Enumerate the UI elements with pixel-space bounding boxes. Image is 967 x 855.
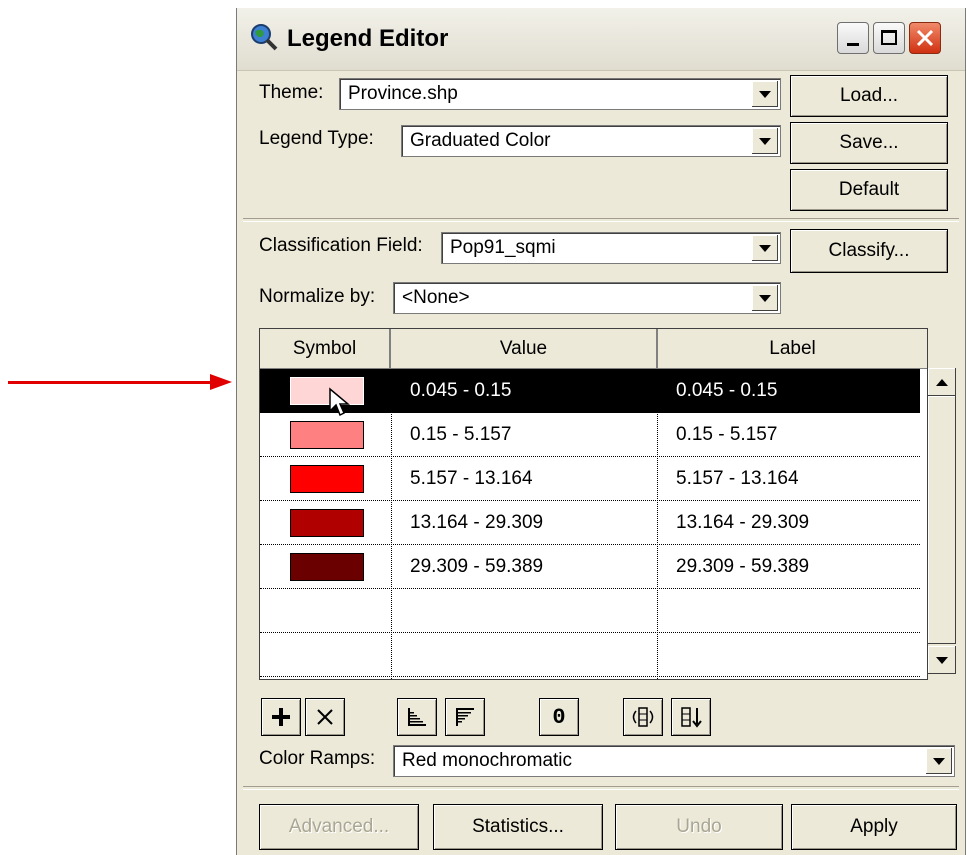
zero-icon: 0 [552, 704, 566, 730]
scroll-up-button[interactable] [928, 368, 956, 396]
label-cell[interactable]: 0.045 - 0.15 [676, 369, 777, 413]
color-ramps-dropdown-button[interactable] [926, 748, 952, 774]
table-row[interactable]: 29.309 - 59.389 29.309 - 59.389 [260, 545, 920, 589]
classification-field-label: Classification Field: [259, 235, 423, 256]
symbol-swatch[interactable] [290, 377, 364, 405]
chevron-down-icon [759, 90, 771, 98]
sort-ascending-icon [408, 708, 426, 726]
normalize-value: <None> [402, 287, 470, 308]
label-cell[interactable]: 29.309 - 59.389 [676, 545, 809, 589]
sort-ascending-button[interactable] [397, 698, 437, 736]
sort-values-button[interactable] [671, 698, 711, 736]
divider [243, 786, 959, 790]
title-bar[interactable]: Legend Editor [237, 8, 965, 71]
statistics-button[interactable]: Statistics... [433, 804, 603, 850]
legend-type-label: Legend Type: [259, 128, 374, 149]
table-row[interactable]: 13.164 - 29.309 13.164 - 29.309 [260, 501, 920, 545]
legend-type-dropdown-button[interactable] [752, 128, 778, 154]
theme-dropdown-button[interactable] [752, 81, 778, 107]
sort-descending-icon [456, 708, 474, 726]
chevron-down-icon [759, 244, 771, 252]
chevron-down-icon [933, 757, 945, 765]
value-cell[interactable]: 5.157 - 13.164 [410, 457, 533, 501]
window-title: Legend Editor [287, 25, 449, 52]
legend-table[interactable]: Symbol Value Label 0.045 - 0.15 0.045 - … [259, 328, 928, 680]
close-icon [916, 29, 934, 47]
x-icon [317, 709, 333, 725]
advanced-button[interactable]: Advanced... [259, 804, 419, 850]
apply-button[interactable]: Apply [791, 804, 957, 850]
classify-button[interactable]: Classify... [790, 229, 948, 273]
minimize-button[interactable] [837, 22, 869, 54]
close-button[interactable] [909, 22, 941, 54]
legend-type-value: Graduated Color [410, 130, 551, 151]
label-cell[interactable]: 0.15 - 5.157 [676, 413, 777, 457]
undo-button[interactable]: Undo [615, 804, 783, 850]
label-cell[interactable]: 13.164 - 29.309 [676, 501, 809, 545]
column-divider [391, 369, 392, 679]
default-button[interactable]: Default [790, 169, 948, 211]
classification-dropdown-button[interactable] [752, 235, 778, 261]
normalize-combo[interactable]: <None> [393, 282, 781, 314]
globe-magnifier-icon [251, 24, 278, 51]
color-ramps-label: Color Ramps: [259, 748, 376, 769]
chevron-up-icon [936, 378, 948, 386]
label-column-header[interactable]: Label [658, 329, 927, 369]
table-row[interactable]: 0.045 - 0.15 0.045 - 0.15 [260, 369, 920, 417]
chevron-down-icon [759, 294, 771, 302]
classification-field-combo[interactable]: Pop91_sqmi [441, 232, 781, 264]
sort-descending-button[interactable] [445, 698, 485, 736]
legend-type-combo[interactable]: Graduated Color [401, 125, 781, 157]
pointer-arrow-line [8, 381, 213, 384]
plus-icon [272, 708, 290, 726]
table-row[interactable]: 0.15 - 5.157 0.15 - 5.157 [260, 413, 920, 457]
scroll-thumb[interactable] [928, 396, 956, 644]
save-button[interactable]: Save... [790, 122, 948, 164]
theme-label: Theme: [259, 82, 324, 103]
table-row-empty[interactable] [260, 633, 920, 677]
symbol-swatch[interactable] [290, 465, 364, 493]
add-class-button[interactable] [261, 698, 301, 736]
pointer-arrow-head [210, 374, 232, 390]
value-cell[interactable]: 0.045 - 0.15 [410, 369, 511, 413]
minimize-icon [847, 43, 859, 46]
theme-combo[interactable]: Province.shp [339, 78, 781, 110]
normalize-dropdown-button[interactable] [752, 285, 778, 311]
value-cell[interactable]: 13.164 - 29.309 [410, 501, 543, 545]
symbol-swatch[interactable] [290, 509, 364, 537]
null-value-button[interactable]: 0 [539, 698, 579, 736]
table-scrollbar[interactable] [928, 368, 956, 680]
value-cell[interactable]: 0.15 - 5.157 [410, 413, 511, 457]
maximize-button[interactable] [873, 22, 905, 54]
legend-editor-window: Legend Editor Theme: Province.shp Load..… [236, 8, 966, 855]
label-cell[interactable]: 5.157 - 13.164 [676, 457, 799, 501]
normalize-label: Normalize by: [259, 286, 376, 307]
column-divider [657, 369, 658, 679]
sort-values-icon [681, 707, 702, 728]
scroll-down-button[interactable] [928, 646, 956, 674]
chevron-down-icon [759, 137, 771, 145]
value-cell[interactable]: 29.309 - 59.389 [410, 545, 543, 589]
symbol-swatch[interactable] [290, 421, 364, 449]
maximize-icon [881, 30, 897, 45]
color-ramps-combo[interactable]: Red monochromatic [393, 745, 955, 777]
flip-symbols-icon [632, 707, 654, 727]
symbol-swatch[interactable] [290, 553, 364, 581]
table-row[interactable]: 5.157 - 13.164 5.157 - 13.164 [260, 457, 920, 501]
theme-value: Province.shp [348, 83, 458, 104]
symbol-column-header[interactable]: Symbol [260, 329, 391, 369]
chevron-down-icon [936, 656, 948, 664]
table-row-empty[interactable] [260, 589, 920, 633]
delete-class-button[interactable] [305, 698, 345, 736]
color-ramps-value: Red monochromatic [402, 750, 573, 771]
flip-symbols-button[interactable] [623, 698, 663, 736]
divider [243, 218, 959, 222]
load-button[interactable]: Load... [790, 75, 948, 117]
classification-field-value: Pop91_sqmi [450, 237, 556, 258]
value-column-header[interactable]: Value [391, 329, 658, 369]
